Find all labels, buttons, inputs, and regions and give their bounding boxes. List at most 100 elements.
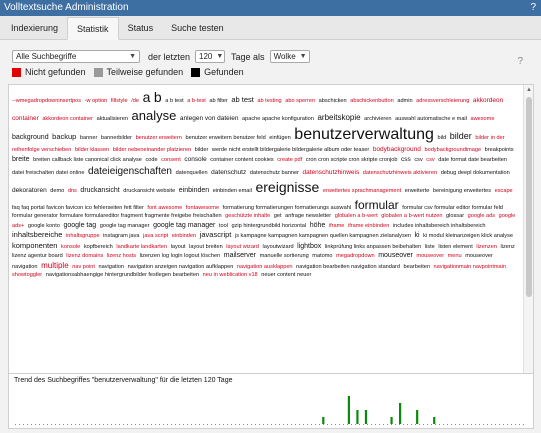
tag-cloud-term[interactable]: arbeitskopie: [317, 113, 360, 122]
tag-cloud-term[interactable]: ereignisse: [255, 179, 319, 195]
tag-cloud-term[interactable]: bild: [438, 135, 447, 141]
tab-statistik[interactable]: Statistik: [67, 17, 119, 40]
tag-cloud-term[interactable]: anfrage newsletter: [285, 213, 331, 219]
tag-cloud-term[interactable]: neuer content neuer: [261, 272, 311, 278]
tag-cloud-term[interactable]: lizenz agentur board: [12, 253, 63, 259]
tag-cloud-term[interactable]: mouseover: [378, 252, 413, 259]
tag-cloud-term[interactable]: ab filter: [209, 98, 227, 104]
tag-cloud-term[interactable]: benutzer erweitern benutzer feld: [185, 135, 265, 141]
tag-cloud-term[interactable]: csv: [414, 157, 422, 163]
tag-cloud-term[interactable]: lizenz domains: [66, 253, 103, 259]
tag-cloud-term[interactable]: bilder: [195, 147, 209, 153]
tag-cloud-term[interactable]: dateieigenschaften: [88, 166, 172, 177]
tag-cloud-term[interactable]: dns: [68, 188, 77, 194]
tag-cloud-term[interactable]: druckansicht website: [123, 188, 175, 194]
tag-cloud-term[interactable]: b: [154, 89, 162, 105]
tag-cloud-term[interactable]: layout: [171, 244, 186, 250]
tag-cloud-term[interactable]: linkprüfung links anpassen beibehalten: [325, 244, 421, 250]
scroll-up-icon[interactable]: ▲: [524, 85, 534, 95]
tag-cloud-term[interactable]: datenschutz: [211, 169, 246, 176]
tag-cloud-term[interactable]: a b-test: [187, 98, 206, 104]
tag-cloud-term[interactable]: /de: [131, 98, 139, 104]
tag-cloud-term[interactable]: get: [274, 213, 282, 219]
tag-cloud-term[interactable]: komponenten: [12, 241, 57, 250]
tag-cloud-term[interactable]: landkarte landkarten: [116, 244, 167, 250]
tag-cloud-term[interactable]: listen element: [438, 244, 473, 250]
tag-cloud-term[interactable]: create pdf: [277, 157, 302, 163]
tag-cloud-term[interactable]: navigation bearbeiten navigation standar…: [296, 264, 400, 270]
tag-cloud-term[interactable]: ab test: [231, 95, 254, 104]
tag-cloud-term[interactable]: debug deepl dokumentation: [441, 170, 510, 176]
tag-cloud-term[interactable]: breakpoints: [485, 147, 514, 153]
tag-cloud-term[interactable]: iframe einbinden: [348, 223, 389, 229]
tag-cloud-term[interactable]: datenschutzhinweis: [303, 169, 360, 176]
tag-cloud-term[interactable]: a: [143, 89, 151, 105]
tag-cloud-term[interactable]: benutzerverwaltung: [294, 126, 434, 143]
tag-cloud-term[interactable]: instagram java: [103, 233, 139, 239]
tag-cloud-term[interactable]: --wmegadropdowninsertpos: [12, 98, 81, 104]
tag-cloud-term[interactable]: anlegen von dateien: [180, 115, 239, 122]
tag-cloud-term[interactable]: google ads: [468, 213, 495, 219]
tag-cloud-term[interactable]: backup: [52, 132, 76, 141]
tag-cloud-term[interactable]: a b test: [165, 98, 183, 104]
tag-cloud-term[interactable]: fontawesome: [186, 205, 219, 211]
tag-cloud-term[interactable]: matomo: [312, 253, 332, 259]
tag-cloud-term[interactable]: breiten callback liste canonical click a…: [33, 157, 142, 163]
tag-cloud-term[interactable]: erweiterte: [405, 188, 430, 194]
tag-cloud-term[interactable]: demo: [50, 188, 64, 194]
tag-cloud-term[interactable]: includes inhaltsbereich inhaltsbereich: [393, 223, 486, 229]
tab-status[interactable]: Status: [119, 17, 163, 39]
term-filter-select[interactable]: Alle Suchbegriffe ▼: [12, 50, 140, 63]
tag-cloud-term[interactable]: benutzer erweitern: [136, 135, 182, 141]
tag-cloud-term[interactable]: csv: [426, 157, 434, 163]
tag-cloud-term[interactable]: analyse: [132, 108, 177, 123]
tag-cloud-term[interactable]: bodybackgroundimage: [424, 147, 481, 153]
tag-cloud-term[interactable]: cron cron scripte cron skripte cronjob: [306, 157, 398, 163]
tag-cloud-term[interactable]: javascript: [200, 230, 232, 239]
tab-indexierung[interactable]: Indexierung: [2, 17, 67, 39]
tag-cloud-term[interactable]: showtoggler: [12, 272, 42, 278]
tag-cloud-term[interactable]: abschickenbutton: [350, 98, 394, 104]
tag-cloud-term[interactable]: höhe: [310, 222, 326, 229]
tag-cloud-term[interactable]: globalen a b-wert: [335, 213, 378, 219]
tag-cloud-term[interactable]: multiple: [41, 261, 69, 270]
tag-cloud-term[interactable]: bodybackground: [373, 146, 421, 153]
tag-cloud-term[interactable]: breite: [12, 156, 30, 163]
tag-cloud-term[interactable]: kopfbereich: [84, 244, 113, 250]
tag-cloud-term[interactable]: inhaltsgruppe: [66, 233, 100, 239]
tag-cloud-term[interactable]: menu: [448, 253, 462, 259]
tag-cloud-term[interactable]: auswahl automatische e mail: [395, 116, 467, 122]
tag-cloud-term[interactable]: geschützte inhalte: [225, 213, 270, 219]
tag-cloud-term[interactable]: lizenzen: [476, 244, 497, 250]
tag-cloud-term[interactable]: js kampagne kampagnen kampagnen quellen …: [235, 233, 411, 239]
tag-cloud-term[interactable]: lightbox: [297, 243, 321, 250]
tag-cloud-term[interactable]: awesome: [470, 116, 494, 122]
tag-cloud-term[interactable]: font awesome: [147, 205, 182, 211]
tag-cloud-term[interactable]: lizenz: [501, 244, 515, 250]
tag-cloud-term[interactable]: archivieren: [364, 116, 391, 122]
tag-cloud-term[interactable]: bearbeiten: [404, 264, 430, 270]
tag-cloud-term[interactable]: bilder klassen: [75, 147, 109, 153]
tag-cloud-term[interactable]: abschicken: [319, 98, 347, 104]
tag-cloud-term[interactable]: bilder: [450, 131, 472, 141]
display-mode-select[interactable]: Wolke ▼: [269, 50, 310, 63]
tag-cloud-term[interactable]: bilder nebeneinander platzieren: [113, 147, 191, 153]
tag-cloud-term[interactable]: akkordeon container: [42, 116, 93, 122]
tag-cloud-term[interactable]: google konto: [28, 223, 60, 229]
tag-cloud-term[interactable]: datenschutz banner: [250, 170, 299, 176]
tag-cloud-term[interactable]: navigation anzeigen navigation aufklappe…: [128, 264, 234, 270]
tag-cloud-term[interactable]: navigation: [98, 264, 124, 270]
scrollbar[interactable]: ▲ ▼: [523, 85, 533, 421]
tag-cloud-term[interactable]: ki: [415, 232, 420, 239]
scroll-thumb[interactable]: [526, 97, 532, 297]
tag-cloud-term[interactable]: glossar: [446, 213, 464, 219]
tag-cloud-term[interactable]: ki modul kleinanzeigen klick analyse: [423, 233, 513, 239]
tag-cloud-term[interactable]: navigationmain navpointmain: [434, 264, 506, 270]
tag-cloud-term[interactable]: iframe: [329, 223, 345, 229]
tag-cloud-term[interactable]: google tag manager: [100, 223, 150, 229]
tag-cloud-term[interactable]: nav point: [72, 264, 95, 270]
tag-cloud-term[interactable]: inhaltsbereiche: [12, 230, 62, 239]
tag-cloud-term[interactable]: mouseover: [416, 253, 444, 259]
tag-cloud-term[interactable]: druckansicht: [80, 187, 119, 194]
tag-cloud-term[interactable]: apache apache konfiguration: [242, 116, 314, 122]
